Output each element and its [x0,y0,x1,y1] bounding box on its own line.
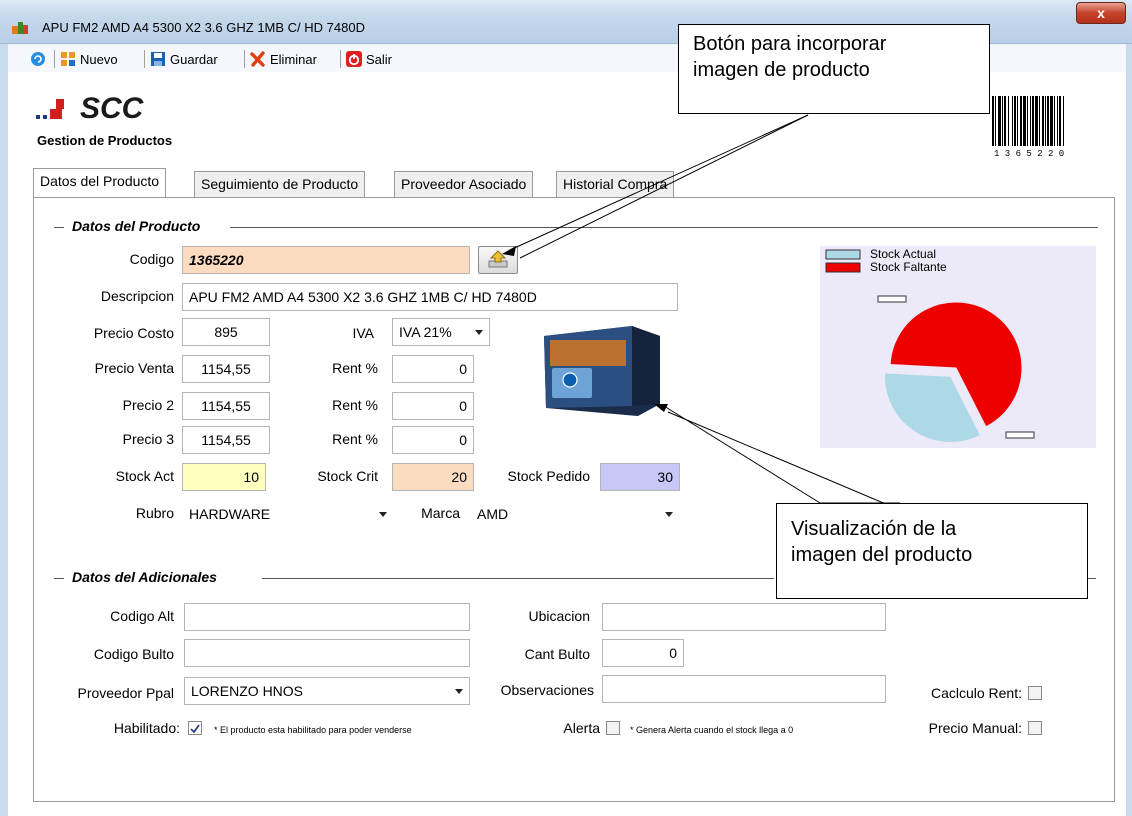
callout-arrows [502,114,901,511]
callout-line: imagen del producto [791,544,973,566]
callout-line: Visualización de la [791,518,957,540]
callout-image-button: Botón para incorporar imagen de producto [678,24,990,114]
callout-line: Botón para incorporar [693,33,887,55]
callout-image-view: Visualización de la imagen del producto [776,503,1088,599]
callout-line: imagen de producto [693,59,870,81]
